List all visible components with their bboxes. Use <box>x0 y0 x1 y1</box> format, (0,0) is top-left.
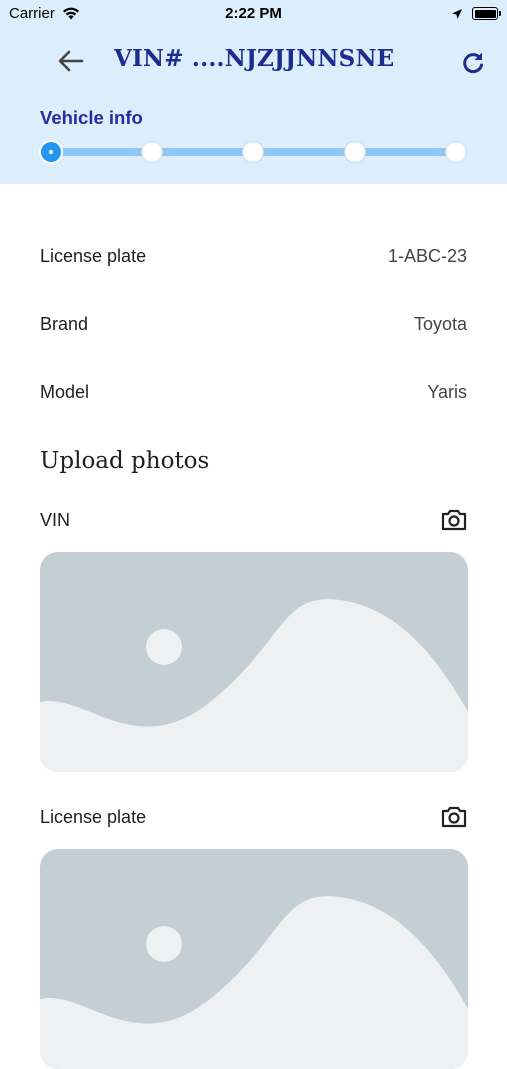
vin-photo-placeholder[interactable] <box>40 552 468 772</box>
image-placeholder-icon <box>40 896 468 1069</box>
step-label: Vehicle info <box>40 107 143 128</box>
image-placeholder-icon <box>40 599 468 772</box>
step-dot-3 <box>243 142 263 162</box>
license-plate-row: License plate 1-ABC-23 <box>40 246 467 276</box>
camera-icon <box>441 806 467 828</box>
license-plate-photo-placeholder[interactable] <box>40 849 468 1069</box>
progress-stepper <box>40 140 468 164</box>
status-time: 2:22 PM <box>225 5 282 22</box>
model-value: Yaris <box>427 382 467 402</box>
license-plate-camera-button[interactable] <box>440 805 468 829</box>
step-dot-1 <box>41 142 61 162</box>
step-dot-2 <box>142 142 162 162</box>
vin-photo-label: VIN <box>40 510 71 530</box>
location-arrow-icon <box>451 7 463 24</box>
refresh-icon <box>463 52 483 74</box>
license-plate-value: 1-ABC-23 <box>387 246 467 266</box>
battery-icon <box>472 7 501 20</box>
refresh-button[interactable] <box>459 49 487 77</box>
camera-icon <box>441 509 467 531</box>
vin-camera-button[interactable] <box>440 508 468 532</box>
model-label: Model <box>40 382 90 402</box>
license-plate-label: License plate <box>40 246 147 266</box>
license-plate-photo-label: License plate <box>40 807 147 827</box>
upload-photos-title: Upload photos <box>40 448 210 474</box>
model-row: Model Yaris <box>40 382 467 412</box>
brand-row: Brand Toyota <box>40 314 467 344</box>
step-dot-5 <box>446 142 466 162</box>
brand-label: Brand <box>40 314 89 334</box>
arrow-left-icon <box>58 50 84 72</box>
status-bar: Carrier 2:22 PM <box>0 0 507 28</box>
brand-value: Toyota <box>413 314 467 334</box>
step-dot-4 <box>345 142 365 162</box>
back-button[interactable] <box>56 46 86 76</box>
page-title: VIN# ....NJZJJNNSNE <box>114 45 395 72</box>
